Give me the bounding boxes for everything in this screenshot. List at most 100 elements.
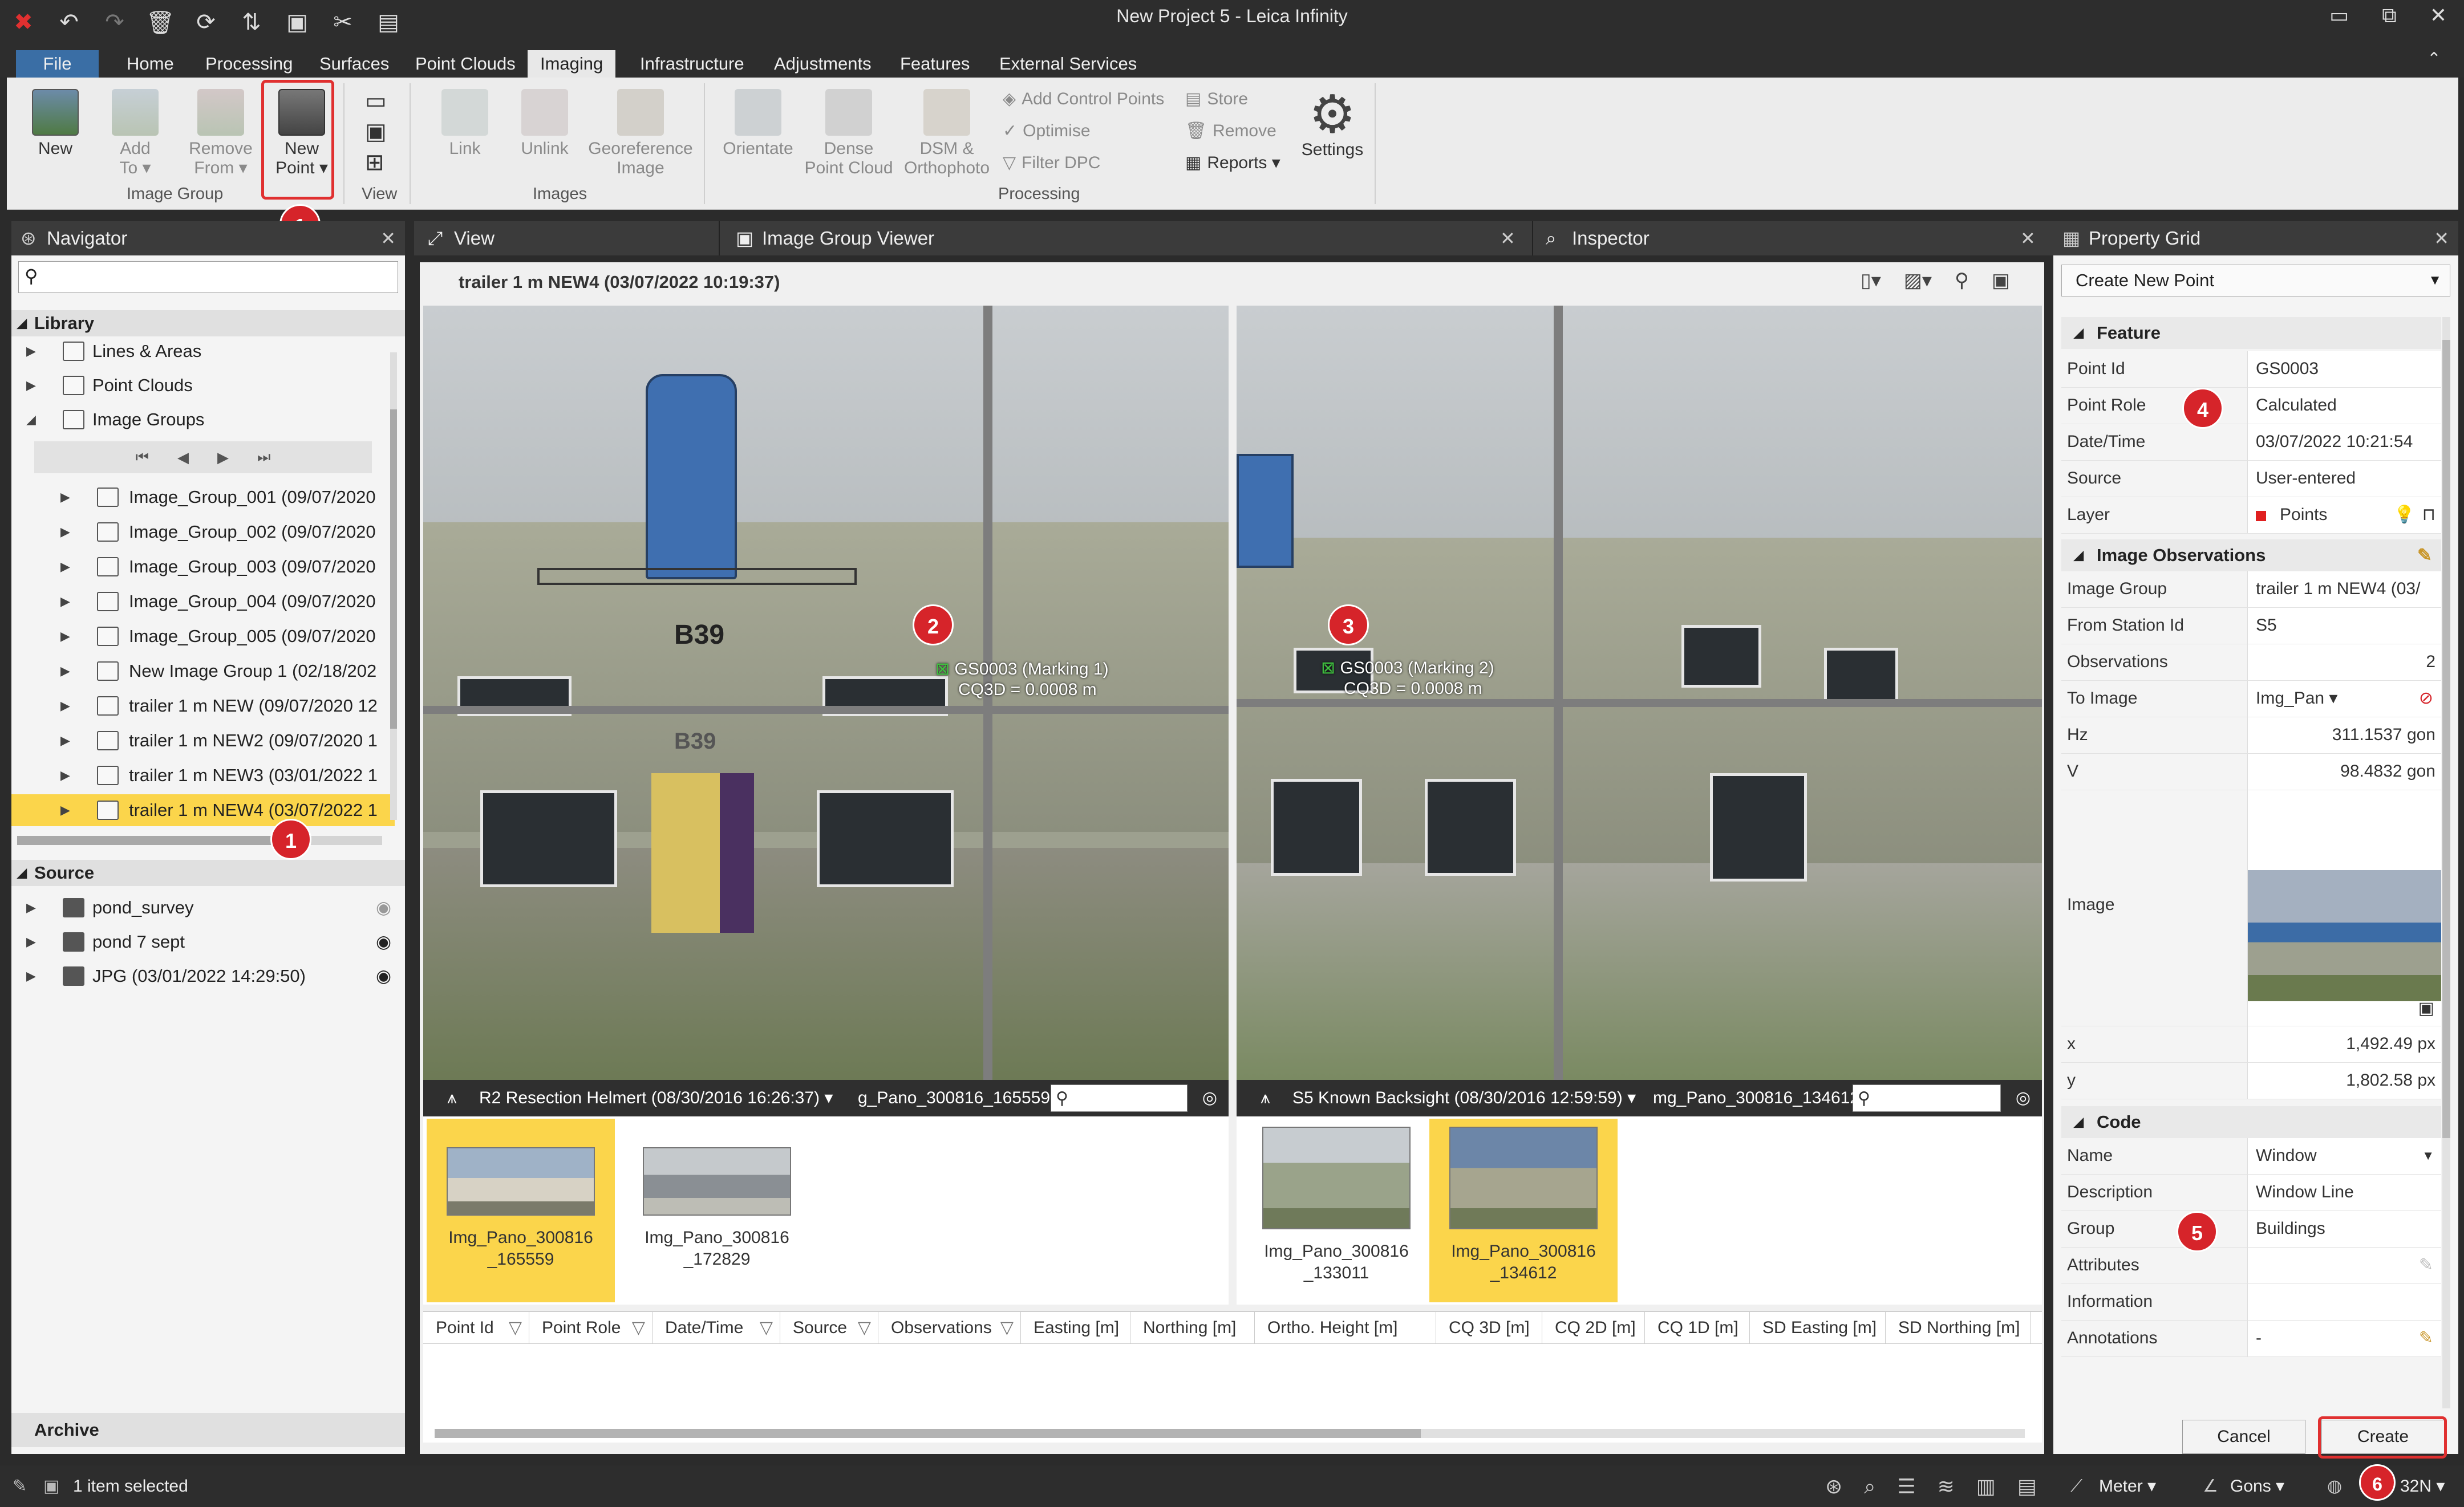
new-image-group-button[interactable]: New xyxy=(24,89,87,159)
expand-icon[interactable]: ▶ xyxy=(60,725,70,757)
column-header[interactable]: Point Id ▽ xyxy=(423,1312,529,1343)
pencil-icon[interactable]: ✎ xyxy=(2419,1248,2433,1283)
eye-icon[interactable]: ◉ xyxy=(376,926,391,958)
image-mode-icon[interactable]: ▨▾ xyxy=(1904,269,1932,292)
navigator-search-input[interactable]: ⚲ xyxy=(18,261,398,293)
expand-icon[interactable]: ▶ xyxy=(26,335,36,367)
property-value[interactable]: Img_Pan ▾ ⊘ xyxy=(2247,681,2441,717)
filter-icon[interactable]: ▽ xyxy=(509,1312,522,1343)
view-single-icon[interactable]: ▭ xyxy=(365,88,387,114)
image-search-input[interactable]: ⚲ xyxy=(1051,1084,1188,1112)
expand-icon[interactable]: ▶ xyxy=(60,586,70,618)
image-thumbnail[interactable]: Img_Pano_300816 _172829 xyxy=(623,1119,811,1302)
property-value[interactable]: 98.4832 gon xyxy=(2247,754,2441,790)
units-dropdown[interactable]: Meter ▾ xyxy=(2099,1465,2156,1507)
column-header[interactable]: SD Northing [m] xyxy=(1886,1312,2031,1343)
view-grid-icon[interactable]: ⊞ xyxy=(365,149,384,176)
image-group-item[interactable]: ▶ Image_Group_003 (09/07/2020 xyxy=(11,551,395,583)
station-dropdown[interactable]: S5 Known Backsight (08/30/2016 12:59:59)… xyxy=(1292,1080,1636,1116)
column-header[interactable]: SD xyxy=(2031,1312,2042,1343)
tree-item-lines-areas[interactable]: ▶ Lines & Areas xyxy=(11,335,395,367)
property-value[interactable]: Window ▼ xyxy=(2247,1138,2441,1174)
add-to-button[interactable]: Add To ▾ xyxy=(104,89,167,178)
next-page-icon[interactable]: ▶ xyxy=(217,449,229,466)
image-group-item[interactable]: ▶ trailer 1 m NEW (09/07/2020 12 xyxy=(11,690,395,722)
source-item[interactable]: ▶ pond 7 sept ◉ xyxy=(11,926,395,958)
vertical-scrollbar[interactable] xyxy=(390,352,397,820)
tab-processing[interactable]: Processing xyxy=(193,50,305,78)
scrollbar-thumb[interactable] xyxy=(390,409,397,729)
orientate-button[interactable]: Orientate xyxy=(721,89,795,159)
tab-inspector[interactable]: ⌕ Inspector xyxy=(1538,221,1650,255)
source-item[interactable]: ▶ JPG (03/01/2022 14:29:50) ◉ xyxy=(11,960,395,992)
tab-surfaces[interactable]: Surfaces xyxy=(307,50,402,78)
expand-icon[interactable]: ▶ xyxy=(26,369,36,401)
image-thumbnail[interactable]: Img_Pano_300816 _165559 xyxy=(427,1119,615,1302)
prev-page-icon[interactable]: ◀ xyxy=(177,449,189,466)
folder-icon[interactable]: ▤ xyxy=(2017,1465,2037,1507)
dense-point-cloud-button[interactable]: Dense Point Cloud xyxy=(803,89,894,178)
scrollbar-thumb[interactable] xyxy=(435,1429,1421,1438)
expand-icon[interactable]: ▶ xyxy=(60,551,70,583)
property-value[interactable]: 311.1537 gon xyxy=(2247,717,2441,753)
tab-file[interactable]: File xyxy=(16,50,99,78)
fit-view-icon[interactable]: ▣ xyxy=(1992,269,2010,292)
first-page-icon[interactable]: ⏮ xyxy=(136,448,149,466)
cancel-button[interactable]: Cancel xyxy=(2182,1420,2305,1454)
link-button[interactable]: Link xyxy=(433,89,496,159)
column-header[interactable]: CQ 1D [m] xyxy=(1645,1312,1750,1343)
expand-icon[interactable]: ▶ xyxy=(60,516,70,548)
expand-icon[interactable]: ▶ xyxy=(60,655,70,687)
column-header[interactable]: SD Easting [m] xyxy=(1750,1312,1886,1343)
left-image-view[interactable]: B39 B39 ⊠ GS0003 (Marking 1) CQ3D = 0.000… xyxy=(423,306,1229,1080)
expand-icon[interactable]: ▶ xyxy=(60,620,70,652)
column-header[interactable]: Ortho. Height [m] xyxy=(1255,1312,1436,1343)
inspect-icon[interactable]: ⌕ xyxy=(1864,1465,1875,1507)
tree-item-image-groups[interactable]: ◢ Image Groups xyxy=(11,404,395,436)
remove-from-button[interactable]: Remove From ▾ xyxy=(184,89,258,178)
station-dropdown[interactable]: R2 Resection Helmert (08/30/2016 16:26:3… xyxy=(479,1080,833,1116)
column-header[interactable]: Date/Time ▽ xyxy=(653,1312,780,1343)
filter-dpc-button[interactable]: ▽ Filter DPC xyxy=(1003,153,1100,173)
settings-button[interactable]: ⚙ Settings xyxy=(1292,88,1372,160)
snap-icon[interactable]: ⊛ xyxy=(1825,1465,1842,1507)
layers-icon[interactable]: ≋ xyxy=(1938,1465,1955,1507)
building-icon[interactable]: ▥ xyxy=(1976,1465,1996,1507)
property-value[interactable]: Points 💡 ⊓ xyxy=(2247,497,2441,533)
property-value[interactable]: 2 xyxy=(2247,644,2441,680)
tab-home[interactable]: Home xyxy=(114,50,187,78)
pencil-icon[interactable]: ✎ xyxy=(2417,539,2432,571)
tab-external-services[interactable]: External Services xyxy=(987,50,1149,78)
store-button[interactable]: ▤ Store xyxy=(1185,89,1248,109)
property-value[interactable] xyxy=(2247,1284,2441,1320)
filter-icon[interactable]: ▽ xyxy=(858,1312,871,1343)
image-search-input[interactable]: ⚲ xyxy=(1853,1084,2001,1112)
image-group-item[interactable]: ▶ trailer 1 m NEW3 (03/01/2022 1 xyxy=(11,759,395,791)
optimise-button[interactable]: ✓ Optimise xyxy=(1003,121,1091,141)
chevron-down-icon[interactable]: ▼ xyxy=(2422,1138,2434,1173)
scrollbar-thumb[interactable] xyxy=(17,836,273,845)
remove-button[interactable]: 🗑 Remove xyxy=(1185,121,1276,141)
filter-icon[interactable]: ▽ xyxy=(632,1312,645,1343)
georeference-image-button[interactable]: Georeference Image xyxy=(586,89,695,178)
column-header[interactable]: Easting [m] xyxy=(1021,1312,1130,1343)
maximize-button[interactable]: ⧉ xyxy=(2382,3,2397,28)
expand-icon[interactable]: ▶ xyxy=(60,481,70,513)
image-group-item[interactable]: ▶ New Image Group 1 (02/18/202 xyxy=(11,655,395,687)
property-value[interactable]: Window Line xyxy=(2247,1175,2441,1211)
pencil-icon[interactable]: ✎ xyxy=(2419,1321,2433,1356)
tab-adjustments[interactable]: Adjustments xyxy=(761,50,884,78)
section-image-observations[interactable]: ◢ Image Observations ✎ xyxy=(2061,539,2441,571)
image-thumbnail[interactable]: Img_Pano_300816 _133011 xyxy=(1242,1119,1430,1302)
column-header[interactable]: Point Role ▽ xyxy=(529,1312,653,1343)
image-group-item[interactable]: ▶ Image_Group_001 (09/07/2020 xyxy=(11,481,395,513)
mode-select[interactable]: Create New Point ▼ xyxy=(2061,265,2450,296)
compass-icon[interactable]: ◎ xyxy=(2016,1080,2031,1116)
remove-link-icon[interactable]: ⊘ xyxy=(2419,681,2433,716)
horizontal-scrollbar[interactable] xyxy=(17,836,382,845)
column-header[interactable]: Observations ▽ xyxy=(878,1312,1021,1343)
vertical-scrollbar[interactable] xyxy=(2442,317,2450,1408)
library-section[interactable]: ◢ Library xyxy=(11,310,405,336)
compass-icon[interactable]: ◎ xyxy=(1202,1080,1217,1116)
property-value[interactable]: Calculated xyxy=(2247,388,2441,424)
